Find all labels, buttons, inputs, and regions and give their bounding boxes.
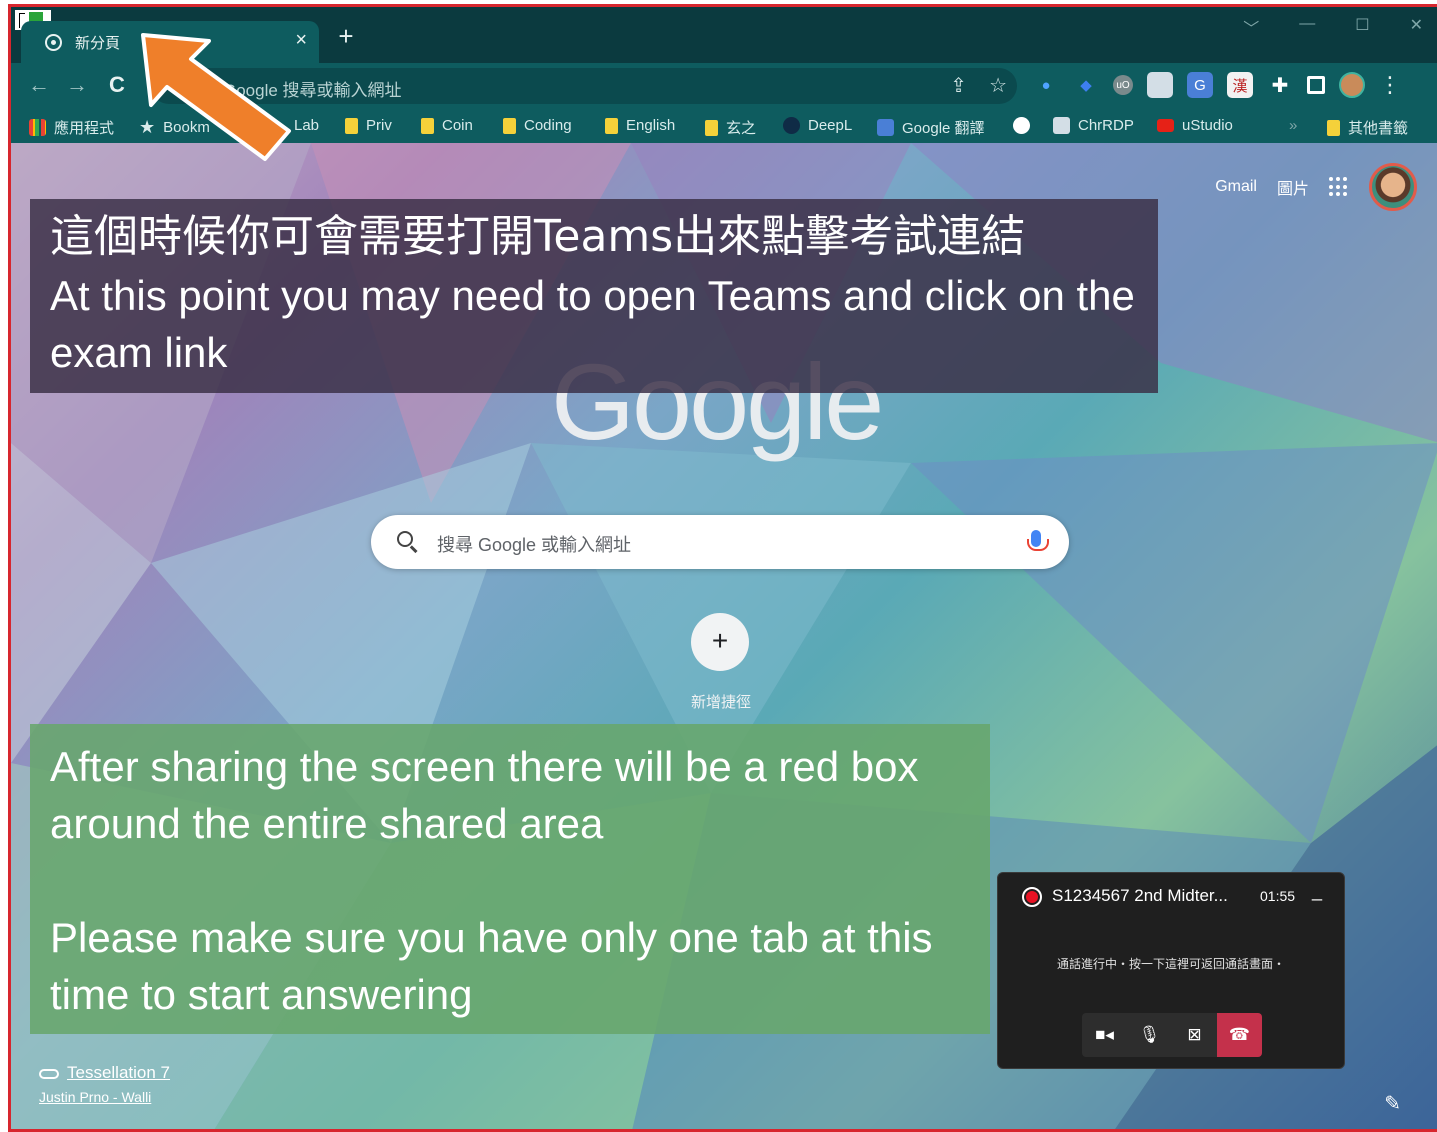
bookmark-label: English	[626, 117, 676, 134]
close-window-button[interactable]: ✕	[1410, 15, 1423, 39]
instruction-en: At this point you may need to open Teams…	[50, 272, 1135, 376]
youtube-icon	[1157, 119, 1174, 132]
microphone-icon[interactable]: 🎙	[1127, 1013, 1172, 1057]
bookmark-label: ChrRDP	[1078, 117, 1134, 134]
profile-avatar-icon[interactable]	[1339, 72, 1365, 98]
new-tab-page: Gmail 圖片 Google 搜尋 Google 或輸入網址 + 新增捷徑 這…	[11, 143, 1437, 1129]
bookmark-apps[interactable]: 應用程式	[29, 117, 114, 138]
bookmark-label: 玄之	[726, 120, 757, 137]
location-pin-icon[interactable]: ●	[1033, 72, 1059, 98]
globe-icon	[1013, 117, 1030, 134]
remote-desktop-icon	[1053, 117, 1070, 134]
top-links: Gmail 圖片	[1215, 163, 1417, 211]
ublock-icon[interactable]: uO	[1113, 75, 1133, 95]
bookmark-label: Coin	[442, 117, 473, 134]
call-controls: ■◂ 🎙 ⊠ ☎	[1082, 1013, 1262, 1057]
deepl-icon	[783, 117, 800, 134]
extensions-bar: ● ◆ uO G 漢 ✚ ⋮	[1033, 72, 1401, 98]
bookmark-xuanzhi[interactable]: 玄之	[705, 117, 756, 138]
bookmark-label: DeepL	[808, 117, 853, 134]
link-icon	[39, 1068, 59, 1079]
folder-icon	[345, 117, 358, 134]
reload-button[interactable]: C	[103, 71, 131, 99]
new-tab-button[interactable]: +	[333, 23, 359, 49]
folder-icon	[1327, 119, 1340, 136]
instruction-overlay-bottom: After sharing the screen there will be a…	[30, 724, 990, 1034]
google-translate-icon	[877, 119, 894, 136]
call-return-message[interactable]: 通話進行中・按一下這裡可返回通話畫面・	[998, 955, 1344, 972]
tab-search-button[interactable]: ﹀	[1243, 15, 1259, 39]
shield-icon[interactable]: ◆	[1073, 72, 1099, 98]
folder-icon	[705, 119, 718, 136]
bookmark-ustudio[interactable]: uStudio	[1157, 117, 1233, 134]
other-bookmarks[interactable]: 其他書籤	[1327, 117, 1408, 138]
shared-screen-frame: 新分頁 × + ﹀ — ☐ ✕ ← → C Google 搜尋或輸入網址 ⇪ ☆…	[8, 4, 1437, 1132]
side-panel-icon[interactable]	[1307, 76, 1325, 94]
instruction-zh: 這個時候你可會需要打開Teams出來點擊考試連結	[50, 211, 1026, 262]
tab-title: 新分頁	[75, 35, 121, 52]
bookmarks-overflow-button[interactable]: »	[1289, 117, 1297, 134]
customize-pencil-icon[interactable]: ✎	[1384, 1091, 1401, 1116]
minimize-call-button[interactable]: _	[1312, 881, 1322, 902]
gmail-link[interactable]: Gmail	[1215, 178, 1257, 196]
puzzle-icon[interactable]: ✚	[1267, 72, 1293, 98]
maximize-button[interactable]: ☐	[1355, 15, 1369, 39]
camera-icon[interactable]: ■◂	[1082, 1013, 1127, 1057]
recording-icon	[1022, 887, 1042, 907]
window-controls: ﹀ — ☐ ✕	[1243, 15, 1423, 39]
bookmark-priv[interactable]: Priv	[345, 117, 392, 134]
remote-desktop-icon[interactable]	[1147, 72, 1173, 98]
bookmark-label: Google 翻譯	[902, 120, 985, 137]
share-icon[interactable]: ⇪	[950, 73, 967, 98]
forward-button[interactable]: →	[63, 71, 91, 99]
bookmark-label: Coding	[524, 117, 572, 134]
instruction-overlay-top: 這個時候你可會需要打開Teams出來點擊考試連結 At this point y…	[30, 199, 1158, 393]
instruction-one-tab: Please make sure you have only one tab a…	[50, 914, 933, 1018]
call-timer: 01:55	[1260, 888, 1296, 904]
back-button[interactable]: ←	[25, 71, 53, 99]
folder-icon	[421, 117, 434, 134]
author-link[interactable]: Justin Prno - Walli	[39, 1089, 170, 1105]
background-attribution: Tessellation 7 Justin Prno - Walli	[39, 1063, 170, 1105]
apps-grid-icon	[29, 119, 46, 136]
folder-icon	[605, 117, 618, 134]
chrome-icon	[45, 34, 62, 51]
search-box[interactable]: 搜尋 Google 或輸入網址	[371, 515, 1069, 569]
google-translate-icon[interactable]: G	[1187, 72, 1213, 98]
minimize-button[interactable]: —	[1299, 15, 1315, 39]
folder-icon	[503, 117, 516, 134]
bookmark-label: Priv	[366, 117, 392, 134]
bookmark-chrrdp[interactable]: ChrRDP	[1053, 117, 1134, 134]
teams-call-widget[interactable]: S1234567 2nd Midter... 01:55 _ 通話進行中・按一下…	[997, 872, 1345, 1069]
kanji-icon[interactable]: 漢	[1227, 72, 1253, 98]
bookmark-english[interactable]: English	[605, 117, 675, 134]
share-screen-icon[interactable]: ⊠	[1172, 1013, 1217, 1057]
google-apps-icon[interactable]	[1329, 177, 1349, 197]
search-placeholder: 搜尋 Google 或輸入網址	[437, 535, 632, 555]
microphone-icon[interactable]	[1027, 530, 1049, 551]
search-icon	[397, 531, 413, 547]
bookmark-label: uStudio	[1182, 117, 1233, 134]
star-icon[interactable]: ☆	[989, 73, 1007, 98]
add-shortcut-label: 新增捷徑	[690, 694, 751, 711]
menu-icon[interactable]: ⋮	[1379, 72, 1401, 98]
photo-link[interactable]: Tessellation 7	[67, 1063, 170, 1082]
account-avatar[interactable]	[1369, 163, 1417, 211]
bookmark-label: 其他書籤	[1348, 120, 1409, 137]
add-shortcut-button[interactable]: +	[691, 613, 749, 671]
images-link[interactable]: 圖片	[1277, 175, 1309, 199]
bookmark-deepl[interactable]: DeepL	[783, 117, 852, 134]
bookmark-google-translate[interactable]: Google 翻譯	[877, 117, 985, 138]
bookmark-globe[interactable]	[1013, 117, 1030, 134]
bookmark-label: 應用程式	[54, 120, 115, 137]
call-title: S1234567 2nd Midter...	[1052, 886, 1228, 905]
hang-up-icon[interactable]: ☎	[1217, 1013, 1262, 1057]
bookmark-coin[interactable]: Coin	[421, 117, 473, 134]
pointer-arrow	[141, 33, 291, 161]
instruction-red-box: After sharing the screen there will be a…	[50, 743, 919, 847]
bookmark-coding[interactable]: Coding	[503, 117, 572, 134]
